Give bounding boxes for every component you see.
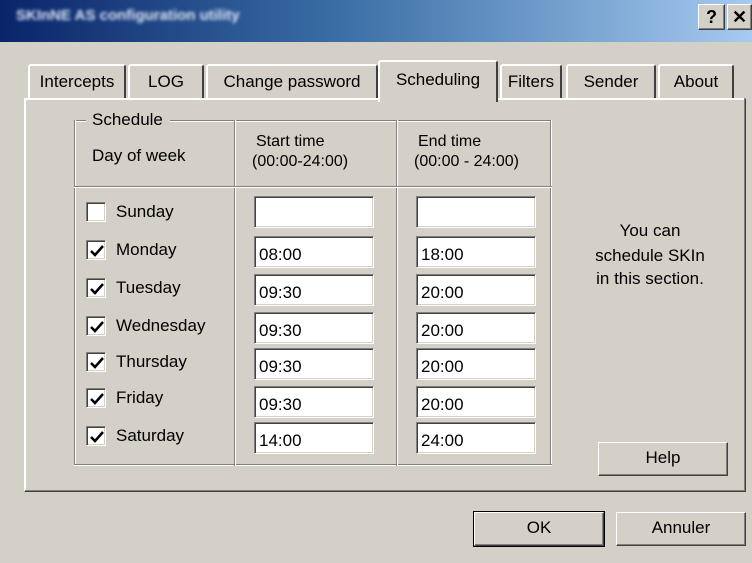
check-icon [90,321,104,333]
header-divider [74,186,552,188]
start-time-range: (00:00-24:00) [252,153,349,170]
day-label-monday: Monday [116,240,177,259]
day-of-week-header: Day of week [92,146,186,165]
info-line-2: schedule SKIn [595,246,705,265]
ok-button[interactable]: OK [473,511,605,547]
close-icon[interactable]: ✕ [727,4,752,30]
column-divider-2 [396,120,398,466]
checkbox-friday[interactable] [86,388,106,408]
help-button[interactable]: Help [598,442,728,476]
start-time-saturday[interactable] [254,422,374,454]
day-label-thursday: Thursday [116,352,187,371]
end-time-saturday[interactable] [416,422,536,454]
day-label-friday: Friday [116,388,164,407]
tab-filters[interactable]: Filters [500,64,562,98]
start-time-monday[interactable] [254,236,374,268]
info-line-3: in this section. [596,269,704,288]
checkbox-thursday[interactable] [86,352,106,372]
end-time-range: (00:00 - 24:00) [414,153,519,170]
group-frame-bottom [74,464,552,466]
checkbox-wednesday[interactable] [86,316,106,336]
start-time-thursday[interactable] [254,348,374,380]
cancel-button[interactable]: Annuler [616,512,746,546]
start-time-header: Start time [256,133,325,150]
tab-sender[interactable]: Sender [566,64,656,98]
tab-scheduling[interactable]: Scheduling [378,60,498,102]
check-icon [90,245,104,257]
day-label-sunday: Sunday [116,202,174,221]
group-frame-top-right [170,120,552,122]
start-time-tuesday[interactable] [254,274,374,306]
checkbox-tuesday[interactable] [86,278,106,298]
check-icon [90,393,104,405]
end-time-sunday[interactable] [416,196,536,228]
end-time-thursday[interactable] [416,348,536,380]
end-time-friday[interactable] [416,386,536,418]
checkbox-saturday[interactable] [86,426,106,446]
window-title: SKInNE AS configuration utility [16,7,240,24]
start-time-wednesday[interactable] [254,312,374,344]
checkbox-monday[interactable] [86,240,106,260]
checkbox-sunday[interactable] [86,202,106,222]
start-time-sunday[interactable] [254,196,374,228]
check-icon [90,357,104,369]
column-divider-1 [234,120,236,466]
end-time-wednesday[interactable] [416,312,536,344]
day-label-wednesday: Wednesday [116,316,206,335]
tab-log[interactable]: LOG [128,64,204,98]
tab-change-password[interactable]: Change password [206,64,378,98]
group-frame-left [74,120,76,466]
end-time-monday[interactable] [416,236,536,268]
day-label-tuesday: Tuesday [116,278,181,297]
help-icon-button[interactable]: ? [698,4,725,30]
day-label-saturday: Saturday [116,426,185,445]
check-icon [90,431,104,443]
start-time-friday[interactable] [254,386,374,418]
check-icon [90,283,104,295]
tab-about[interactable]: About [658,64,734,98]
schedule-group-label: Schedule [90,110,165,130]
end-time-header: End time [418,133,482,150]
tab-intercepts[interactable]: Intercepts [28,64,126,98]
info-line-1: You can [619,221,681,240]
group-frame-right [550,120,552,466]
end-time-tuesday[interactable] [416,274,536,306]
